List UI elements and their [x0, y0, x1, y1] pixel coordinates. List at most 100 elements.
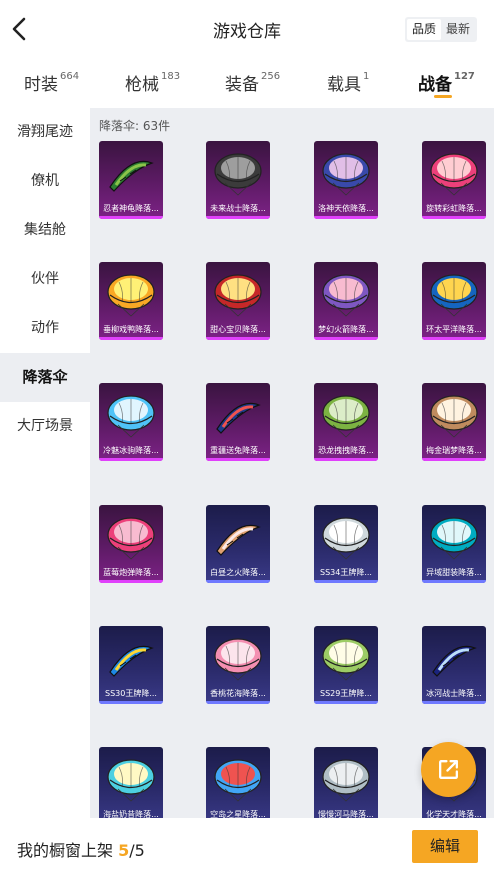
share-icon — [439, 760, 458, 779]
parachute-item-card[interactable]: 重疆送兔降落... — [206, 383, 270, 461]
parachute-icon — [322, 638, 370, 681]
edit-button[interactable]: 编辑 — [412, 830, 478, 863]
sidebar-item-rally-pod[interactable]: 集结舱 — [0, 206, 90, 255]
item-count-label: 降落伞: 63件 — [99, 119, 171, 133]
tab-costume[interactable]: 时装 664 — [24, 70, 79, 95]
item-name: 空岛之星降落... — [210, 810, 266, 818]
sidebar-item-companion[interactable]: 伙伴 — [0, 255, 90, 304]
item-name: 海盐奶昔降落... — [103, 810, 159, 818]
active-tab-indicator — [434, 95, 452, 98]
item-name: 未来战士降落... — [210, 204, 266, 213]
parachute-item-card[interactable]: SS34王牌降... — [314, 505, 378, 583]
parachute-item-card[interactable]: 忍者神龟降落... — [99, 141, 163, 219]
parachute-item-card[interactable]: 环太平洋降落... — [422, 262, 486, 340]
tab-weapons[interactable]: 枪械 183 — [125, 70, 180, 95]
share-button[interactable] — [421, 742, 476, 797]
parachute-item-card[interactable]: 未来战士降落... — [206, 141, 270, 219]
parachute-icon — [322, 274, 370, 317]
parachute-item-card[interactable]: SS29王牌降... — [314, 626, 378, 704]
rarity-bar — [422, 701, 486, 704]
rarity-bar — [206, 337, 270, 340]
tab-label: 装备 — [225, 75, 259, 95]
showcase-label: 我的橱窗上架 — [17, 841, 114, 860]
parachute-icon — [214, 274, 262, 317]
tab-count: 183 — [161, 71, 181, 82]
item-name: 慢慢河马降落... — [318, 810, 374, 818]
sidebar-item-glide-trail[interactable]: 滑翔尾迹 — [0, 108, 90, 157]
item-name: 洛神天依降落... — [318, 204, 374, 213]
showcase-status: 我的橱窗上架 5/5 — [17, 837, 145, 861]
item-name: 垂柳戏鸭降落... — [103, 325, 159, 334]
tab-vehicles[interactable]: 载具 1 — [327, 70, 369, 95]
item-name: SS34王牌降... — [320, 568, 372, 577]
item-name: 白昼之火降落... — [210, 568, 266, 577]
parachute-icon — [107, 759, 155, 802]
parachute-item-card[interactable]: 海盐奶昔降落... — [99, 747, 163, 818]
glider-icon — [216, 402, 261, 434]
parachute-item-card[interactable]: SS30王牌降... — [99, 626, 163, 704]
parachute-item-card[interactable]: 梦幻火箭降落... — [314, 262, 378, 340]
parachute-item-card[interactable]: 白昼之火降落... — [206, 505, 270, 583]
parachute-item-card[interactable]: 甜心宝贝降落... — [206, 262, 270, 340]
item-name: 化学天才降落... — [426, 810, 482, 818]
rarity-bar — [314, 701, 378, 704]
item-name: 梦幻火箭降落... — [318, 325, 374, 334]
rarity-bar — [422, 216, 486, 219]
parachute-icon — [430, 153, 478, 196]
parachute-item-card[interactable]: 梅金瑞梦降落... — [422, 383, 486, 461]
rarity-bar — [99, 458, 163, 461]
rarity-bar — [206, 216, 270, 219]
rarity-bar — [206, 580, 270, 583]
glider-icon — [216, 524, 261, 556]
parachute-item-card[interactable]: 冰河战士降落... — [422, 626, 486, 704]
sidebar-item-parachute[interactable]: 降落伞 — [0, 353, 90, 402]
tab-count: 1 — [363, 71, 370, 82]
parachute-item-card[interactable]: 垂柳戏鸭降落... — [99, 262, 163, 340]
parachute-icon — [322, 759, 370, 802]
rarity-bar — [314, 580, 378, 583]
parachute-icon — [107, 274, 155, 317]
tab-count: 127 — [454, 71, 475, 82]
tab-label: 战备 — [418, 75, 452, 95]
parachute-item-card[interactable]: 香桃花海降落... — [206, 626, 270, 704]
showcase-current-count: 5 — [118, 841, 130, 860]
parachute-item-card[interactable]: 慢慢河马降落... — [314, 747, 378, 818]
glider-icon — [109, 645, 154, 677]
sort-by-newest[interactable]: 最新 — [441, 19, 475, 40]
sidebar-item-emote[interactable]: 动作 — [0, 304, 90, 353]
item-name: 旋转彩虹降落... — [426, 204, 482, 213]
rarity-bar — [99, 701, 163, 704]
parachute-item-card[interactable]: 异域甜装降落... — [422, 505, 486, 583]
parachute-item-card[interactable]: 旋转彩虹降落... — [422, 141, 486, 219]
sidebar-item-wingman[interactable]: 僚机 — [0, 157, 90, 206]
parachute-item-card[interactable]: 恐龙拽拽降落... — [314, 383, 378, 461]
rarity-bar — [422, 580, 486, 583]
item-name: 冰河战士降落... — [426, 689, 482, 698]
parachute-item-card[interactable]: 洛神天依降落... — [314, 141, 378, 219]
parachute-item-card[interactable]: 空岛之星降落... — [206, 747, 270, 818]
sort-by-quality[interactable]: 品质 — [407, 19, 441, 40]
sidebar-item-lobby-scene[interactable]: 大厅场景 — [0, 402, 90, 451]
rarity-bar — [314, 216, 378, 219]
item-name: 香桃花海降落... — [210, 689, 266, 698]
sort-toggle: 品质 最新 — [405, 17, 477, 42]
item-name: 异域甜装降落... — [426, 568, 482, 577]
rarity-bar — [99, 580, 163, 583]
parachute-icon — [214, 759, 262, 802]
rarity-bar — [99, 216, 163, 219]
parachute-icon — [107, 517, 155, 560]
header: 游戏仓库 品质 最新 — [0, 0, 494, 58]
showcase-total-count: 5 — [134, 841, 145, 860]
rarity-bar — [314, 458, 378, 461]
parachute-icon — [322, 395, 370, 438]
parachute-item-card[interactable]: 冷魅冰驹降落... — [99, 383, 163, 461]
tab-combat-gear[interactable]: 战备 127 — [418, 70, 475, 95]
parachute-icon — [214, 638, 262, 681]
parachute-icon — [214, 153, 262, 196]
parachute-item-card[interactable]: 蓝莓炮弹降落... — [99, 505, 163, 583]
tab-equipment[interactable]: 装备 256 — [225, 70, 280, 95]
parachute-icon — [107, 395, 155, 438]
item-name: 梅金瑞梦降落... — [426, 446, 482, 455]
tab-label: 时装 — [24, 75, 58, 95]
item-grid-panel: 降落伞: 63件 忍者神龟降落... 未来战士降落... 洛神天依降落... 旋转彩虹… — [90, 108, 494, 818]
